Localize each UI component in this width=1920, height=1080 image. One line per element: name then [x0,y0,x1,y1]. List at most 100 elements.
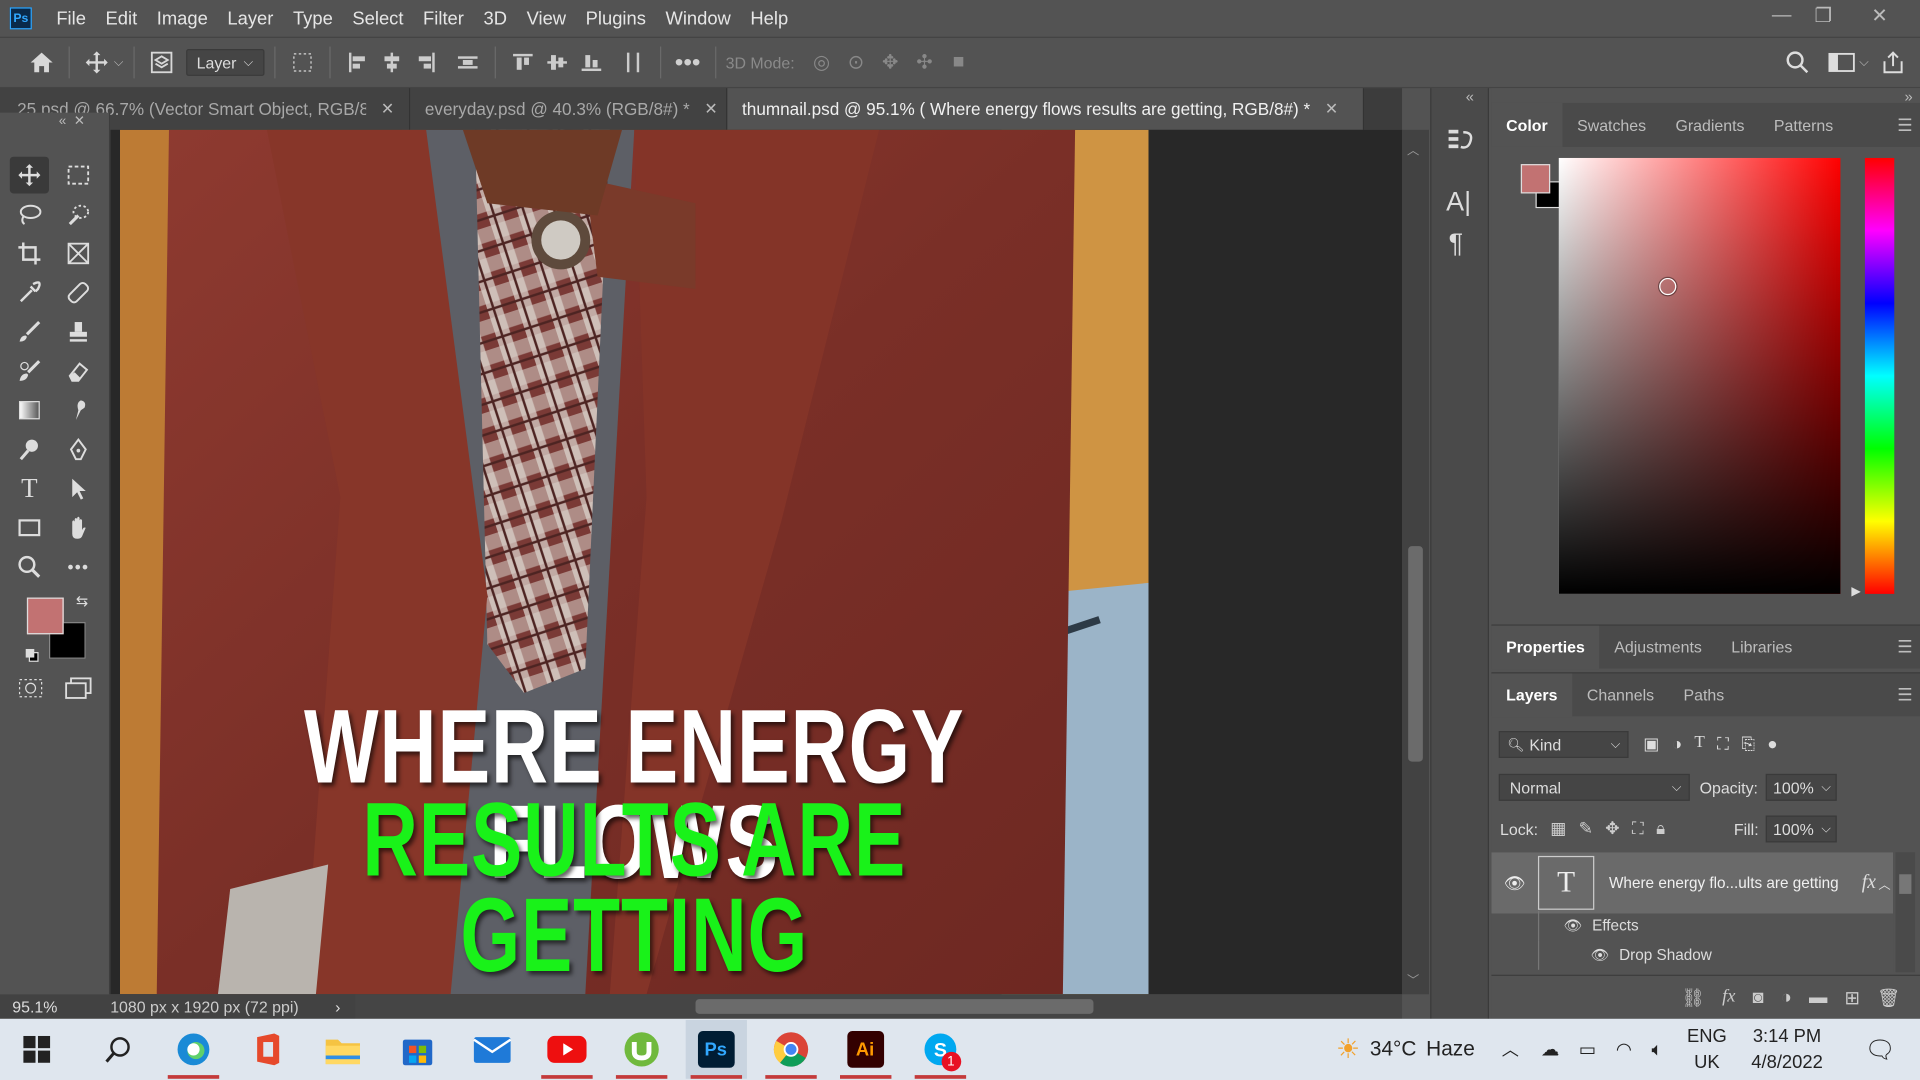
menu-type[interactable]: Type [283,8,342,29]
align-bottom-icon[interactable] [574,45,608,79]
layers-scrollbar[interactable] [1895,852,1916,973]
effects-row[interactable]: 👁︎ Effects [1537,911,1893,941]
chevron-down-icon[interactable]: ⌵ [1821,822,1830,835]
auto-select-icon[interactable] [144,45,178,79]
filter-type-icon[interactable]: T [1694,733,1704,754]
office-icon[interactable] [237,1020,298,1079]
filter-smart-object-icon[interactable]: ⎘ [1741,733,1755,754]
distribute-icon[interactable] [450,45,484,79]
lock-all-icon[interactable]: 🔒︎ [1656,818,1665,839]
mail-icon[interactable] [461,1020,522,1079]
opacity-field[interactable]: 100% ⌵ [1765,773,1837,801]
close-tab-icon[interactable]: ✕ [1325,99,1338,119]
language-indicator[interactable]: ENG UK [1687,1024,1727,1075]
close-window-button[interactable]: ✕ [1856,0,1903,32]
chrome-icon[interactable] [760,1020,821,1079]
close-tab-icon[interactable]: ✕ [381,99,394,119]
new-layer-icon[interactable]: ⊞ [1845,986,1860,1009]
restore-button[interactable]: ❐ [1800,0,1847,32]
battery-icon[interactable]: ▭ [1579,1038,1596,1061]
foreground-color-swatch-top[interactable] [26,597,64,635]
lock-artboard-icon[interactable]: ⛶ [1632,818,1644,839]
document-tab-active[interactable]: thumnail.psd @ 95.1% ( Where energy flow… [727,88,1365,130]
tab-channels[interactable]: Channels [1572,673,1669,717]
close-tab-icon[interactable]: ✕ [704,99,717,119]
scroll-down-icon[interactable]: ﹀ [1407,970,1419,988]
color-picker-cursor[interactable] [1659,277,1677,296]
weather-widget[interactable]: ☀︎ 34°C Haze [1336,1033,1475,1065]
scroll-up-icon[interactable]: ︿ [1407,140,1419,157]
notifications-icon[interactable]: 🗨︎ [1864,1034,1895,1065]
chevron-down-icon[interactable]: ⌵ [1859,56,1868,69]
swap-colors-icon[interactable]: ⇆ [76,593,88,610]
menu-help[interactable]: Help [741,8,798,29]
skype-icon[interactable]: S 1 [909,1020,970,1079]
filter-adjustment-icon[interactable]: ◑ [1672,733,1682,754]
document-tab[interactable]: everyday.psd @ 40.3% (RGB/8#) * ✕ [410,88,728,130]
lock-transparent-icon[interactable]: ▦ [1550,818,1566,839]
tab-libraries[interactable]: Libraries [1717,625,1807,669]
onedrive-icon[interactable]: ☁︎ [1541,1038,1559,1061]
marquee-tool-icon[interactable] [59,157,98,194]
frame-tool-icon[interactable] [59,235,98,272]
edit-toolbar-icon[interactable]: ••• [59,549,98,586]
scrollbar-thumb[interactable] [1899,874,1912,894]
panel-menu-icon[interactable]: ☰ [1897,684,1920,705]
align-right-icon[interactable] [408,45,442,79]
tab-layers[interactable]: Layers [1491,672,1573,717]
quick-mask-icon[interactable] [17,676,44,700]
wifi-icon[interactable]: ◠ [1616,1038,1632,1061]
volume-icon[interactable]: 🔈︎ [1651,1039,1662,1060]
align-vcenter-icon[interactable] [540,45,574,79]
layer-row[interactable]: 👁︎ T Where energy flo...ults are getting… [1491,852,1894,914]
minimize-button[interactable]: — [1758,0,1805,32]
delete-layer-icon[interactable]: 🗑︎ [1877,986,1900,1009]
align-hcenter-icon[interactable] [374,45,408,79]
type-tool-icon[interactable]: T [10,470,49,507]
edge-icon[interactable] [162,1020,223,1079]
search-icon[interactable] [1781,45,1815,79]
color-field[interactable] [1558,157,1841,594]
hue-slider[interactable] [1864,157,1895,594]
tab-color[interactable]: Color [1491,102,1563,147]
layer-name[interactable]: Where energy flo...ults are getting [1609,874,1839,891]
lock-position-icon[interactable]: ✥ [1605,818,1619,839]
dodge-tool-icon[interactable] [10,431,49,468]
filter-pixel-icon[interactable]: ▣ [1643,733,1659,754]
move-tool-icon[interactable] [9,156,49,194]
utorrent-icon[interactable] [610,1020,671,1079]
auto-select-target-select[interactable]: Layer ⌵ [185,48,264,76]
tab-patterns[interactable]: Patterns [1759,103,1848,147]
start-icon[interactable] [15,1020,59,1079]
screen-mode-icon[interactable] [64,676,93,700]
tab-adjustments[interactable]: Adjustments [1600,625,1717,669]
tab-properties[interactable]: Properties [1491,625,1600,670]
menu-view[interactable]: View [517,8,576,29]
illustrator-icon[interactable]: Ai [834,1020,895,1079]
paragraph-panel-icon[interactable]: ¶ [1449,228,1463,260]
align-top-icon[interactable] [505,45,539,79]
scrollbar-thumb[interactable] [695,999,1094,1014]
healing-brush-tool-icon[interactable] [59,274,98,311]
layer-effects-fx-icon[interactable]: fx [1862,872,1876,894]
default-colors-icon[interactable] [24,647,39,662]
menu-image[interactable]: Image [147,8,218,29]
panel-menu-icon[interactable]: ☰ [1897,637,1920,658]
quick-select-tool-icon[interactable] [59,196,98,233]
menu-window[interactable]: Window [656,8,741,29]
add-mask-icon[interactable]: ◙ [1753,987,1764,1008]
tab-paths[interactable]: Paths [1669,673,1739,717]
file-explorer-icon[interactable] [312,1020,373,1079]
menu-layer[interactable]: Layer [218,8,284,29]
stamp-tool-icon[interactable] [59,313,98,350]
menu-3d[interactable]: 3D [474,8,517,29]
menu-filter[interactable]: Filter [413,8,473,29]
show-hidden-icons-chevron-icon[interactable]: ︿ [1502,1037,1519,1061]
headline-line-2[interactable]: RESULTS ARE GETTING [259,787,1010,988]
collapse-dock-icon[interactable]: « [1466,88,1474,105]
align-left-icon[interactable] [340,45,374,79]
visibility-eye-icon[interactable]: 👁︎ [1491,872,1538,893]
panel-menu-icon[interactable]: ☰ [1897,114,1920,135]
chevron-down-icon[interactable]: ⌵ [114,56,123,69]
lock-pixels-icon[interactable]: ✎ [1579,818,1593,839]
